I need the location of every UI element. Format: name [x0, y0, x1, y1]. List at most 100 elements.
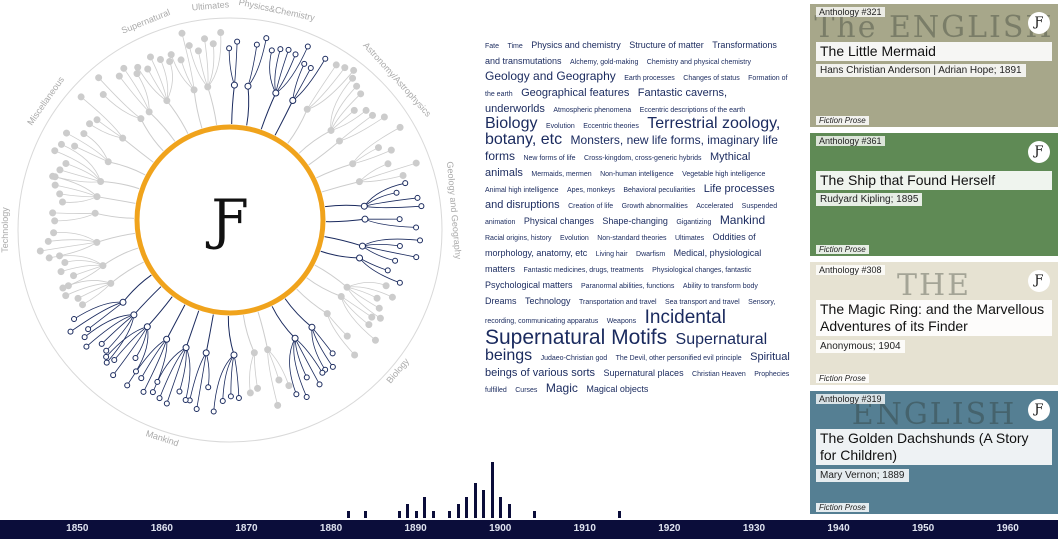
tree-leaf[interactable]: [416, 237, 423, 244]
motif-tag[interactable]: Eccentric theories: [583, 123, 639, 130]
tree-leaf[interactable]: [56, 190, 64, 198]
motif-tag[interactable]: Living hair: [596, 251, 628, 258]
tree-leaf[interactable]: [83, 343, 90, 350]
motif-tag[interactable]: Atmospheric phenomena: [553, 107, 631, 114]
tree-leaf[interactable]: [319, 369, 326, 376]
tree-leaf[interactable]: [95, 74, 103, 82]
motif-tag[interactable]: Earth processes: [624, 75, 675, 82]
tree-leaf[interactable]: [227, 393, 234, 400]
tree-leaf[interactable]: [396, 243, 403, 250]
tree-node[interactable]: [291, 334, 299, 342]
histogram-bar[interactable]: [346, 511, 350, 518]
tree-leaf[interactable]: [332, 61, 340, 69]
tree-node[interactable]: [143, 323, 151, 331]
motif-tag[interactable]: Evolution: [546, 123, 575, 130]
motif-tag[interactable]: Changes of status: [683, 75, 739, 82]
tree-leaf[interactable]: [149, 389, 156, 396]
motif-tag[interactable]: Psychological matters: [485, 280, 573, 290]
motif-tag[interactable]: Creation of life: [568, 203, 613, 210]
tree-leaf[interactable]: [185, 42, 193, 50]
tree-leaf[interactable]: [93, 116, 101, 124]
tree-leaf[interactable]: [182, 396, 189, 403]
tree-node[interactable]: [356, 254, 364, 262]
tree-node[interactable]: [349, 160, 357, 168]
tree-leaf[interactable]: [384, 160, 392, 168]
tree-leaf[interactable]: [341, 64, 349, 72]
tree-leaf[interactable]: [124, 382, 131, 389]
tree-leaf[interactable]: [353, 82, 361, 90]
tree-leaf[interactable]: [144, 65, 152, 73]
motif-tag[interactable]: Dreams: [485, 296, 517, 306]
motif-tag[interactable]: Physics and chemistry: [531, 40, 621, 50]
histogram-bar[interactable]: [482, 490, 486, 518]
tree-leaf[interactable]: [63, 129, 71, 137]
tree-leaf[interactable]: [396, 216, 403, 223]
frankenstein-badge-icon[interactable]: Ƒ: [1028, 141, 1050, 163]
histogram-bar[interactable]: [414, 511, 418, 518]
tree-leaf[interactable]: [134, 63, 142, 71]
tree-leaf[interactable]: [49, 172, 57, 180]
tree-node[interactable]: [182, 344, 190, 352]
tree-leaf[interactable]: [234, 38, 241, 45]
tree-node[interactable]: [343, 283, 351, 291]
tree-leaf[interactable]: [293, 391, 300, 398]
tree-leaf[interactable]: [74, 294, 82, 302]
tree-leaf[interactable]: [350, 106, 358, 114]
tree-leaf[interactable]: [301, 60, 308, 67]
histogram-bar[interactable]: [465, 497, 469, 518]
tree-leaf[interactable]: [392, 257, 399, 264]
story-title[interactable]: The Little Mermaid: [816, 42, 1052, 61]
motif-tag[interactable]: Alchemy, gold-making: [570, 59, 638, 66]
motif-tag[interactable]: Physiological changes, fantastic: [652, 267, 751, 274]
tree-leaf[interactable]: [254, 384, 262, 392]
motif-tag[interactable]: Technology: [525, 296, 571, 306]
tree-node[interactable]: [308, 323, 316, 331]
anthology-card[interactable]: The ENGLISH Anthology #321 Ƒ The Little Mer…: [810, 4, 1058, 127]
histogram-bar[interactable]: [406, 504, 410, 518]
tree-leaf[interactable]: [50, 229, 58, 237]
tree-leaf[interactable]: [412, 159, 420, 167]
tree-leaf[interactable]: [59, 284, 67, 292]
tree-leaf[interactable]: [329, 350, 336, 357]
motif-tag[interactable]: Structure of matter: [629, 40, 704, 50]
tree-leaf[interactable]: [51, 181, 59, 189]
tree-node[interactable]: [99, 262, 107, 270]
motif-tag[interactable]: Incidental: [645, 307, 726, 328]
histogram-bar[interactable]: [363, 511, 367, 518]
motif-tag[interactable]: Time: [507, 43, 522, 50]
tree-leaf[interactable]: [99, 91, 107, 99]
motif-tag[interactable]: Sea transport and travel: [665, 299, 740, 306]
motif-tag[interactable]: Fantastic medicines, drugs, treatments: [523, 267, 643, 274]
motif-tag[interactable]: Non-standard theories: [597, 235, 666, 242]
tree-leaf[interactable]: [167, 51, 175, 59]
anthology-card[interactable]: Anthology #361 Ƒ The Ship that Found Herse…: [810, 133, 1058, 256]
tree-leaf[interactable]: [209, 40, 217, 48]
tree-leaf[interactable]: [418, 203, 425, 210]
tree-leaf[interactable]: [57, 140, 65, 148]
tree-leaf[interactable]: [268, 47, 275, 54]
tree-leaf[interactable]: [176, 388, 183, 395]
motif-tag[interactable]: Ability to transform body: [683, 283, 758, 290]
motif-tag[interactable]: Evolution: [560, 235, 589, 242]
tree-leaf[interactable]: [263, 35, 270, 42]
tree-leaf[interactable]: [156, 56, 164, 64]
tree-node[interactable]: [361, 215, 369, 223]
tree-node[interactable]: [358, 242, 366, 250]
motif-tag[interactable]: Fate: [485, 43, 499, 50]
tree-leaf[interactable]: [154, 378, 161, 385]
tree-node[interactable]: [119, 298, 127, 306]
tree-node[interactable]: [355, 178, 363, 186]
tree-node[interactable]: [93, 193, 101, 201]
frankenstein-badge-icon[interactable]: Ƒ: [1028, 399, 1050, 421]
tree-leaf[interactable]: [235, 394, 242, 401]
tree-leaf[interactable]: [62, 292, 70, 300]
motif-tag[interactable]: Geology and Geography: [485, 69, 616, 83]
tree-leaf[interactable]: [246, 389, 254, 397]
motif-tag[interactable]: Magical objects: [586, 384, 648, 394]
tree-leaf[interactable]: [166, 57, 174, 65]
tree-leaf[interactable]: [193, 406, 200, 413]
motif-tag[interactable]: Christian Heaven: [692, 371, 746, 378]
tree-leaf[interactable]: [373, 294, 381, 302]
tree-leaf[interactable]: [322, 55, 329, 62]
tree-leaf[interactable]: [414, 194, 421, 201]
